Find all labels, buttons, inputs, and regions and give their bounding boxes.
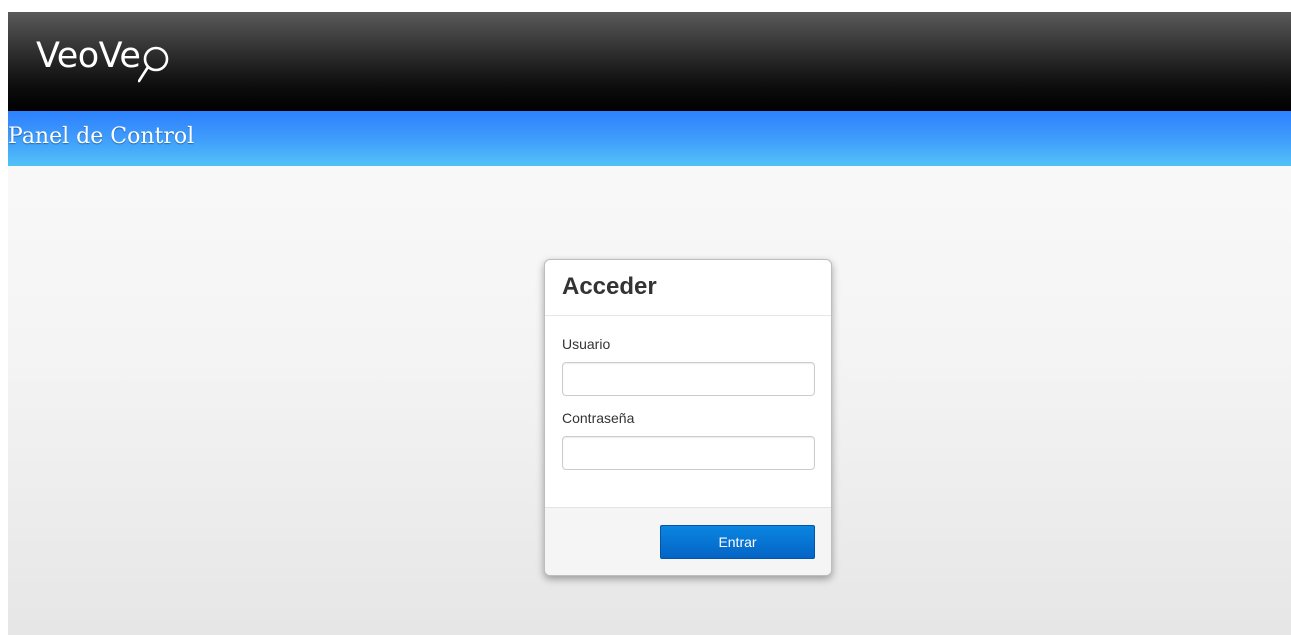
login-form: Usuario Contraseña — [545, 316, 831, 507]
username-input[interactable] — [562, 362, 815, 396]
logo[interactable]: VeoVe — [36, 34, 170, 94]
magnifier-icon — [138, 46, 169, 83]
section-title: Panel de Control — [8, 124, 195, 149]
login-title: Acceder — [562, 273, 657, 300]
logo-text: VeoVe — [36, 36, 141, 76]
page-frame: VeoVe Panel de Control Acceder Usuario C… — [8, 12, 1291, 635]
password-label: Contraseña — [562, 410, 635, 426]
submit-button[interactable]: Entrar — [660, 525, 815, 559]
password-input[interactable] — [562, 436, 815, 470]
username-label: Usuario — [562, 336, 611, 352]
top-header-bar: VeoVe — [8, 12, 1291, 111]
login-panel-header: Acceder — [545, 260, 831, 316]
login-panel-footer: Entrar — [545, 507, 831, 575]
login-panel: Acceder Usuario Contraseña Entrar — [544, 259, 832, 576]
section-header-bar: Panel de Control — [8, 111, 1291, 166]
